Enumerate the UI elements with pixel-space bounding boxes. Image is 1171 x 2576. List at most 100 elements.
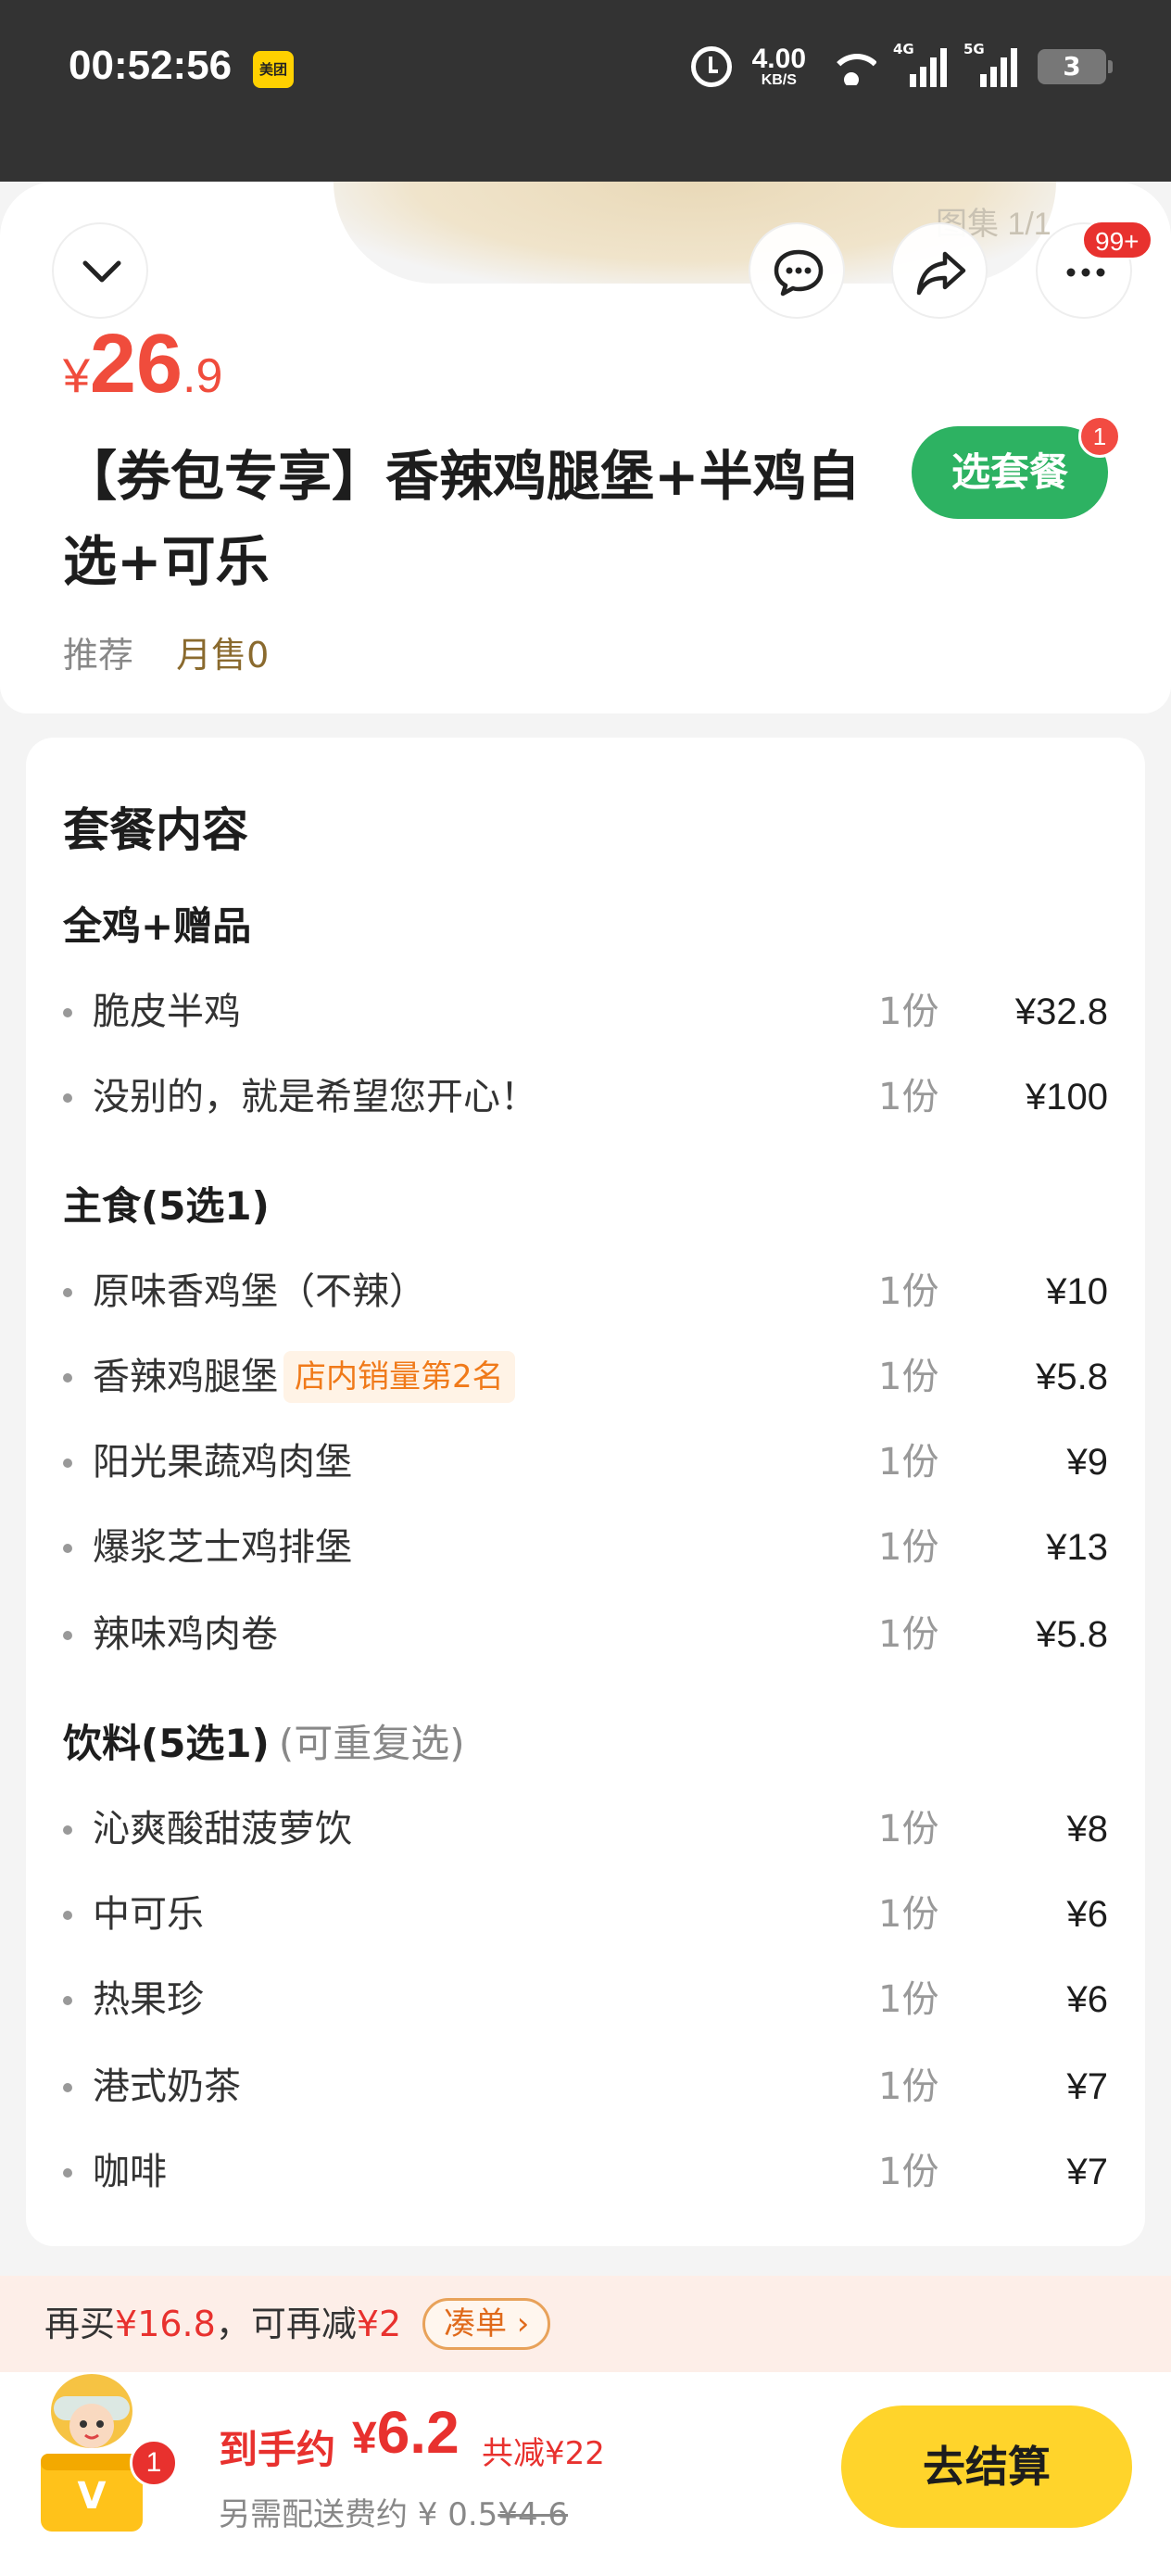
add-on-order-button[interactable]: 凑单 › (422, 2298, 551, 2350)
item-qty: 1份 (878, 2065, 939, 2108)
promo-amount: ¥16.8 (115, 2304, 216, 2344)
list-item: 脆皮半鸡 1份 ¥32.8 (63, 984, 1108, 1040)
group-title-text: 主食(5选1) (63, 1183, 270, 1229)
item-qty: 1份 (878, 991, 939, 1033)
signal-5g-label: 5G (963, 41, 985, 57)
total-saving: 共减¥22 (482, 2435, 605, 2472)
list-item: 热果珍 1份 ¥6 (63, 1972, 1108, 2027)
delivery-fee: 另需配送费约 ¥ 0.5¥4.6 (219, 2489, 568, 2534)
bullet-dot (63, 1631, 72, 1640)
battery-icon: 3 (1038, 49, 1113, 84)
bullet-dot (63, 1288, 72, 1297)
promo-discount: ¥2 (356, 2304, 402, 2344)
item-price: ¥13 (1046, 1527, 1108, 1568)
item-qty: 1份 (878, 1076, 939, 1118)
item-name: 中可乐 (93, 1893, 204, 1936)
bullet-dot (63, 1458, 72, 1468)
delivery-fee-text: 另需配送费约 ¥ 0.5 (219, 2496, 498, 2533)
item-price: ¥100 (1026, 1077, 1108, 1118)
item-price: ¥6 (1066, 1979, 1109, 2020)
bullet-dot (63, 1544, 72, 1553)
product-title: 【券包专享】香辣鸡腿堡+半鸡自选+可乐 (63, 445, 861, 593)
list-item: 原味香鸡堡（不辣） 1份 ¥10 (63, 1264, 1108, 1320)
list-item: 香辣鸡腿堡 店内销量第2名 1份 ¥5.8 (63, 1349, 1108, 1405)
monthly-sales: 月售0 (176, 635, 270, 676)
item-price: ¥9 (1066, 1442, 1109, 1483)
item-name: 香辣鸡腿堡 (93, 1356, 278, 1398)
status-bar: 00:52:56 美团 4.00 KB/S 4G 5G 3 (0, 0, 1171, 182)
sales-rank-badge: 店内销量第2名 (283, 1351, 515, 1403)
item-name: 原味香鸡堡（不辣） (93, 1270, 426, 1313)
bullet-dot (63, 2168, 72, 2178)
collapse-button[interactable] (52, 222, 148, 319)
list-item: 爆浆芝士鸡排堡 1份 ¥13 (63, 1520, 1108, 1575)
set-contents-title: 套餐内容 (63, 803, 248, 857)
item-qty: 1份 (878, 1526, 939, 1569)
item-qty: 1份 (878, 1808, 939, 1850)
share-icon (916, 251, 966, 296)
final-price-value: 6.2 (376, 2399, 460, 2466)
item-name: 脆皮半鸡 (93, 991, 241, 1033)
item-name: 阳光果蔬鸡肉堡 (93, 1441, 352, 1484)
list-item: 没别的，就是希望您开心！ 1份 ¥100 (63, 1069, 1108, 1125)
item-price: ¥7 (1066, 2152, 1109, 2192)
list-item: 阳光果蔬鸡肉堡 1份 ¥9 (63, 1434, 1108, 1490)
signal-4g-label: 4G (893, 41, 914, 57)
item-price: ¥8 (1066, 1809, 1109, 1850)
item-name: 热果珍 (93, 1978, 204, 2021)
wifi-icon (826, 48, 876, 85)
item-name: 咖啡 (93, 2151, 167, 2193)
bullet-dot (63, 1996, 72, 2005)
svg-text:V: V (78, 2475, 107, 2518)
price-integer: 26 (89, 318, 183, 410)
chat-button[interactable] (749, 222, 845, 319)
recommend-tag: 推荐 (63, 635, 134, 676)
bullet-dot (63, 1008, 72, 1017)
group-title-text: 饮料(5选1) (63, 1721, 270, 1766)
item-qty: 1份 (878, 1356, 939, 1398)
final-price-label: 到手约 (219, 2427, 336, 2472)
final-price: ¥6.2 (352, 2398, 460, 2467)
list-item: 港式奶茶 1份 ¥7 (63, 2059, 1108, 2115)
item-name: 沁爽酸甜菠萝饮 (93, 1808, 352, 1850)
item-price: ¥32.8 (1014, 991, 1108, 1032)
network-speed-value: 4.00 (751, 44, 806, 74)
item-qty: 1份 (878, 1893, 939, 1936)
group-title-text: 全鸡+赠品 (63, 903, 252, 949)
promo-text: 再买¥16.8，可再减¥2 (44, 2299, 401, 2349)
item-qty: 1份 (878, 1270, 939, 1313)
item-price: ¥6 (1066, 1894, 1109, 1935)
alarm-icon (690, 46, 732, 87)
status-icons: 4.00 KB/S 4G 5G 3 (690, 41, 1113, 93)
item-qty: 1份 (878, 2151, 939, 2193)
share-button[interactable] (891, 222, 988, 319)
group-title: 饮料(5选1) (可重复选) (63, 1712, 465, 1769)
item-name: 港式奶茶 (93, 2065, 241, 2108)
delivery-fee-original: ¥4.6 (497, 2496, 569, 2533)
chat-icon (774, 249, 824, 297)
network-speed-unit: KB/S (761, 72, 797, 88)
item-name: 没别的，就是希望您开心！ (93, 1076, 537, 1118)
network-speed: 4.00 KB/S (752, 45, 806, 88)
item-price: ¥5.8 (1036, 1614, 1108, 1655)
item-price: ¥7 (1066, 2066, 1109, 2107)
promo-prefix: 再买 (44, 2304, 116, 2344)
choose-set-count-badge: 1 (1078, 415, 1121, 458)
item-name: 爆浆芝士鸡排堡 (93, 1526, 352, 1569)
cart-count-badge: 1 (130, 2439, 178, 2487)
list-item: 辣味鸡肉卷 1份 ¥5.8 (63, 1607, 1108, 1662)
signal-4g-icon: 4G (893, 41, 947, 87)
item-name-with-badge: 香辣鸡腿堡 店内销量第2名 (93, 1349, 515, 1405)
bullet-dot (63, 1825, 72, 1835)
item-name: 辣味鸡肉卷 (93, 1613, 278, 1656)
list-item: 中可乐 1份 ¥6 (63, 1887, 1108, 1942)
list-item: 沁爽酸甜菠萝饮 1份 ¥8 (63, 1801, 1108, 1857)
item-price: ¥5.8 (1036, 1357, 1108, 1397)
bullet-dot (63, 1093, 72, 1103)
item-qty: 1份 (878, 1613, 939, 1656)
price-currency: ¥ (63, 349, 90, 403)
checkout-button[interactable]: 去结算 (841, 2406, 1132, 2528)
meituan-app-icon: 美团 (253, 51, 294, 88)
item-price: ¥10 (1046, 1271, 1108, 1312)
signal-5g-icon: 5G (963, 41, 1017, 87)
